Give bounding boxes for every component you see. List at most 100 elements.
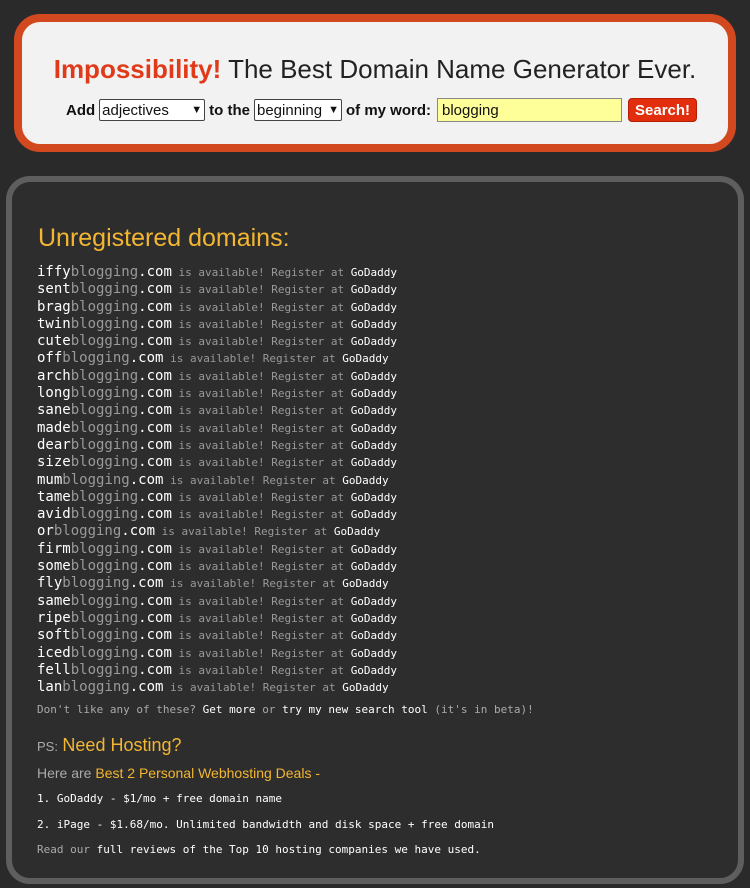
domain-prefix[interactable]: same (37, 593, 71, 609)
domain-prefix[interactable]: made (37, 420, 71, 436)
domain-tld[interactable]: .com (138, 264, 172, 280)
domain-tld[interactable]: .com (130, 679, 164, 695)
domain-base[interactable]: blogging (71, 437, 138, 453)
domain-prefix[interactable]: arch (37, 368, 71, 384)
domain-base[interactable]: blogging (71, 645, 138, 661)
domain-base[interactable]: blogging (71, 333, 138, 349)
domain-tld[interactable]: .com (138, 558, 172, 574)
register-link[interactable]: GoDaddy (342, 681, 388, 694)
domain-prefix[interactable]: lan (37, 679, 62, 695)
domain-tld[interactable]: .com (130, 575, 164, 591)
domain-prefix[interactable]: off (37, 350, 62, 366)
domain-base[interactable]: blogging (71, 593, 138, 609)
register-link[interactable]: GoDaddy (351, 301, 397, 314)
domain-tld[interactable]: .com (138, 368, 172, 384)
domain-tld[interactable]: .com (138, 506, 172, 522)
register-link[interactable]: GoDaddy (351, 543, 397, 556)
domain-base[interactable]: blogging (71, 281, 138, 297)
register-link[interactable]: GoDaddy (351, 266, 397, 279)
domain-prefix[interactable]: dear (37, 437, 71, 453)
domain-base[interactable]: blogging (71, 299, 138, 315)
register-link[interactable]: GoDaddy (351, 422, 397, 435)
get-more-link[interactable]: Get more (203, 703, 256, 716)
try-search-tool-link[interactable]: try my new search tool (282, 703, 428, 716)
domain-prefix[interactable]: fell (37, 662, 71, 678)
domain-tld[interactable]: .com (138, 316, 172, 332)
domain-base[interactable]: blogging (71, 385, 138, 401)
domain-prefix[interactable]: iced (37, 645, 71, 661)
domain-prefix[interactable]: size (37, 454, 71, 470)
register-link[interactable]: GoDaddy (351, 283, 397, 296)
domain-base[interactable]: blogging (62, 472, 129, 488)
word-type-select[interactable]: adjectives ▼ (99, 99, 206, 121)
best-deals-link[interactable]: Best 2 Personal Webhosting Deals - (95, 765, 320, 781)
domain-base[interactable]: blogging (62, 350, 129, 366)
domain-tld[interactable]: .com (138, 402, 172, 418)
register-link[interactable]: GoDaddy (342, 352, 388, 365)
register-link[interactable]: GoDaddy (351, 456, 397, 469)
domain-base[interactable]: blogging (71, 402, 138, 418)
domain-prefix[interactable]: soft (37, 627, 71, 643)
domain-base[interactable]: blogging (62, 679, 129, 695)
domain-prefix[interactable]: fly (37, 575, 62, 591)
domain-prefix[interactable]: twin (37, 316, 71, 332)
domain-tld[interactable]: .com (138, 333, 172, 349)
register-link[interactable]: GoDaddy (351, 439, 397, 452)
domain-prefix[interactable]: avid (37, 506, 71, 522)
domain-base[interactable]: blogging (54, 523, 121, 539)
domain-base[interactable]: blogging (71, 264, 138, 280)
domain-tld[interactable]: .com (138, 299, 172, 315)
word-input[interactable] (437, 98, 622, 122)
register-link[interactable]: GoDaddy (351, 664, 397, 677)
domain-prefix[interactable]: some (37, 558, 71, 574)
register-link[interactable]: GoDaddy (351, 629, 397, 642)
register-link[interactable]: GoDaddy (334, 525, 380, 538)
domain-prefix[interactable]: long (37, 385, 71, 401)
domain-base[interactable]: blogging (71, 368, 138, 384)
register-link[interactable]: GoDaddy (351, 370, 397, 383)
domain-base[interactable]: blogging (62, 575, 129, 591)
domain-tld[interactable]: .com (121, 523, 155, 539)
register-link[interactable]: GoDaddy (351, 647, 397, 660)
domain-base[interactable]: blogging (71, 506, 138, 522)
domain-prefix[interactable]: iffy (37, 264, 71, 280)
domain-prefix[interactable]: firm (37, 541, 71, 557)
domain-tld[interactable]: .com (138, 610, 172, 626)
search-button[interactable]: Search! (628, 98, 698, 122)
register-link[interactable]: GoDaddy (351, 387, 397, 400)
register-link[interactable]: GoDaddy (351, 508, 397, 521)
domain-tld[interactable]: .com (138, 645, 172, 661)
domain-base[interactable]: blogging (71, 420, 138, 436)
domain-tld[interactable]: .com (130, 472, 164, 488)
domain-tld[interactable]: .com (138, 541, 172, 557)
offer-ipage[interactable]: 2. iPage - $1.68/mo. Unlimited bandwidth… (37, 818, 494, 831)
domain-base[interactable]: blogging (71, 316, 138, 332)
domain-tld[interactable]: .com (138, 281, 172, 297)
domain-prefix[interactable]: tame (37, 489, 71, 505)
domain-tld[interactable]: .com (138, 420, 172, 436)
domain-base[interactable]: blogging (71, 541, 138, 557)
domain-prefix[interactable]: sent (37, 281, 71, 297)
domain-tld[interactable]: .com (138, 593, 172, 609)
register-link[interactable]: GoDaddy (342, 474, 388, 487)
domain-base[interactable]: blogging (71, 610, 138, 626)
domain-base[interactable]: blogging (71, 558, 138, 574)
domain-tld[interactable]: .com (138, 662, 172, 678)
offer-godaddy[interactable]: 1. GoDaddy - $1/mo + free domain name (37, 792, 282, 805)
domain-tld[interactable]: .com (138, 454, 172, 470)
full-reviews-link[interactable]: full reviews of the Top 10 hosting compa… (97, 843, 481, 856)
domain-tld[interactable]: .com (138, 385, 172, 401)
domain-prefix[interactable]: mum (37, 472, 62, 488)
domain-base[interactable]: blogging (71, 627, 138, 643)
domain-prefix[interactable]: sane (37, 402, 71, 418)
register-link[interactable]: GoDaddy (351, 612, 397, 625)
domain-tld[interactable]: .com (130, 350, 164, 366)
register-link[interactable]: GoDaddy (351, 335, 397, 348)
domain-tld[interactable]: .com (138, 627, 172, 643)
domain-prefix[interactable]: or (37, 523, 54, 539)
domain-tld[interactable]: .com (138, 489, 172, 505)
register-link[interactable]: GoDaddy (351, 491, 397, 504)
register-link[interactable]: GoDaddy (351, 595, 397, 608)
domain-prefix[interactable]: cute (37, 333, 71, 349)
register-link[interactable]: GoDaddy (342, 577, 388, 590)
